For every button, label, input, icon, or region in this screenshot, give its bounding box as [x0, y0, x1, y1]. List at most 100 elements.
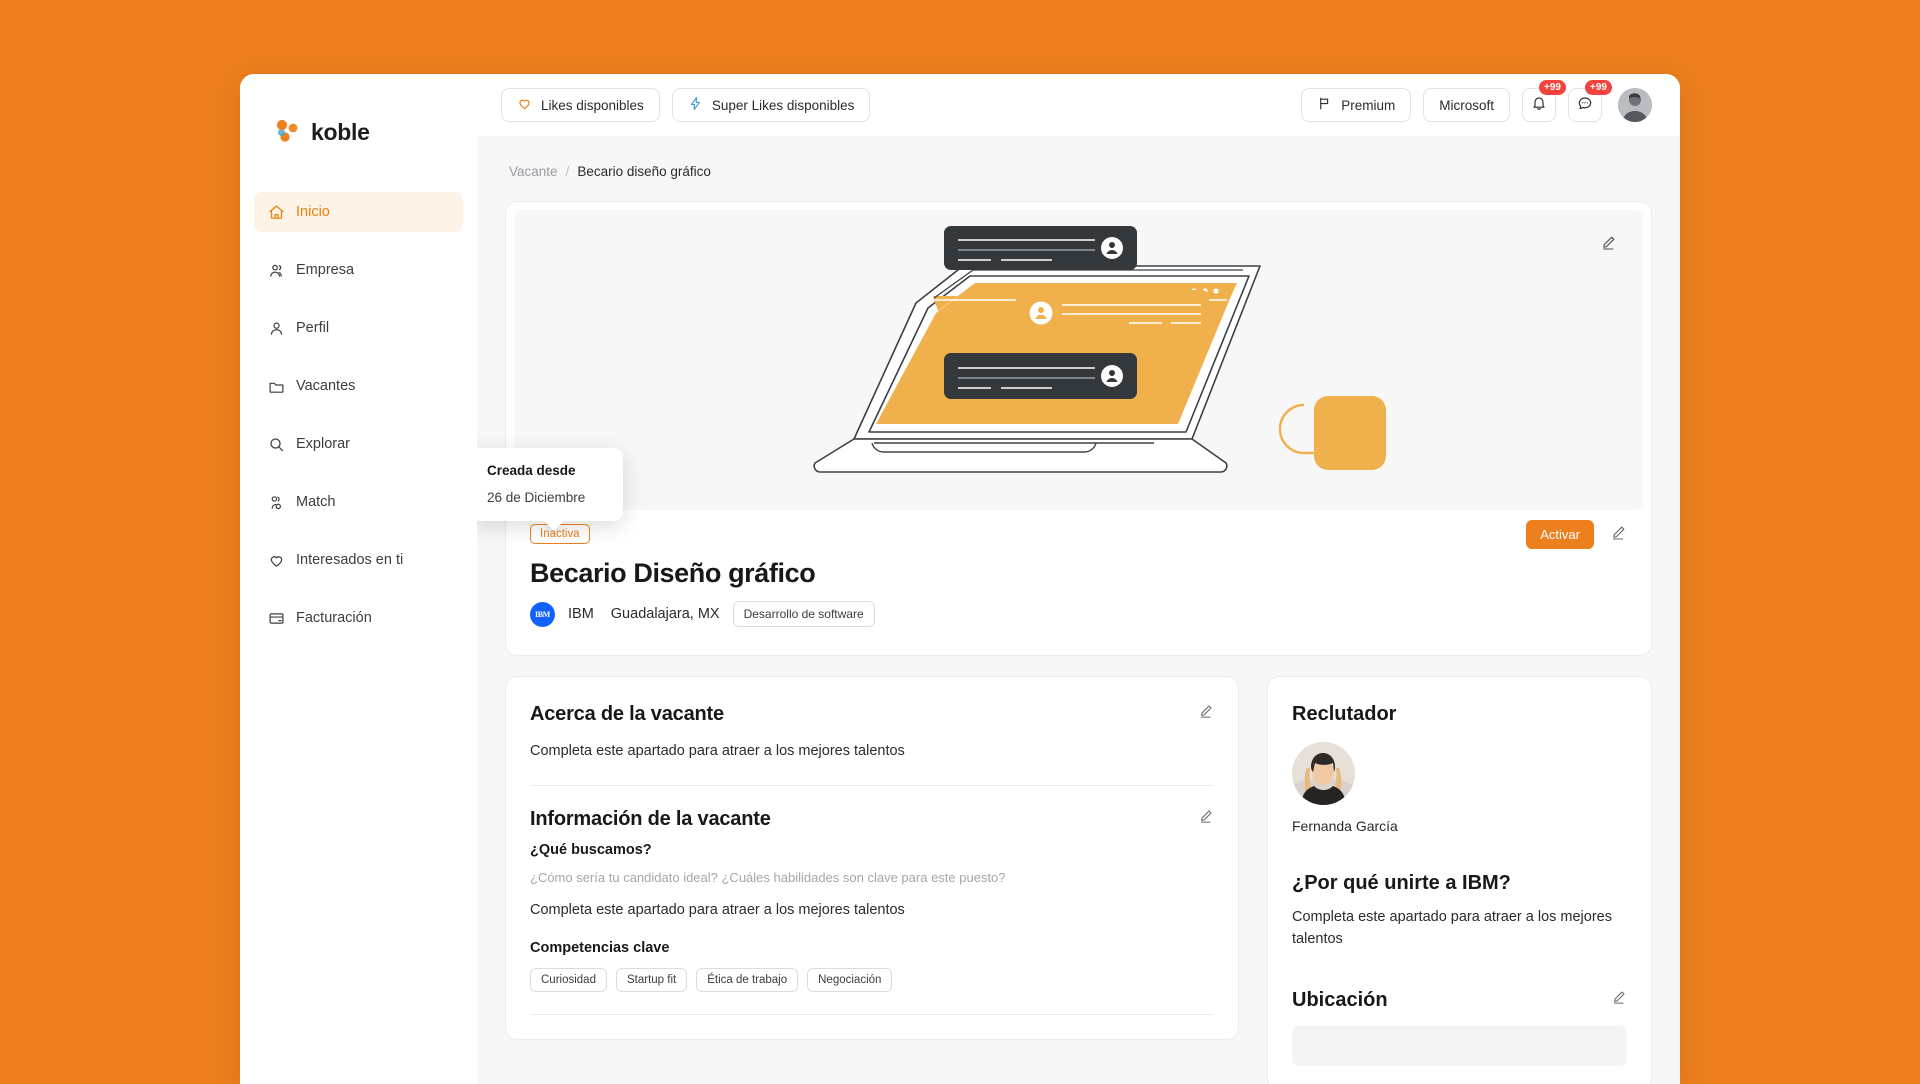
right-column: Reclutador Fernanda García ¿Por qué unir…	[1267, 676, 1652, 1084]
edit-about-icon[interactable]	[1198, 703, 1214, 724]
location-title: Ubicación	[1292, 988, 1388, 1011]
edit-vacancy-icon[interactable]	[1610, 524, 1627, 546]
search-icon	[268, 436, 285, 453]
super-likes-available-button[interactable]: Super Likes disponibles	[671, 88, 871, 122]
sidebar-nav: Inicio Empresa Perfil Vacantes Explorar …	[240, 192, 477, 654]
location-field[interactable]	[1292, 1025, 1627, 1066]
vacancy-subinfo: IBM IBM Guadalajara, MX Desarrollo de so…	[530, 601, 1627, 627]
skill-tag[interactable]: Curiosidad	[530, 967, 607, 992]
sidebar-item-label: Interesados en ti	[296, 552, 404, 568]
sidebar-item-vacantes[interactable]: Vacantes	[254, 366, 463, 406]
detail-columns: Acerca de la vacante Completa este apart…	[505, 676, 1652, 1084]
koble-logo-icon	[272, 117, 302, 147]
why-title: ¿Por qué unirte a IBM?	[1292, 872, 1511, 894]
sidebar-item-empresa[interactable]: Empresa	[254, 250, 463, 290]
app-window: koble Inicio Empresa Perfil Vacantes Exp…	[240, 74, 1680, 1084]
skills-label: Competencias clave	[530, 939, 670, 956]
messages-button[interactable]: +99	[1568, 80, 1612, 122]
heart-outline-icon	[517, 96, 532, 114]
sidebar-item-match[interactable]: Match	[254, 482, 463, 522]
hero-illustration	[514, 210, 1643, 510]
company-location: Guadalajara, MX	[610, 606, 720, 622]
skills-tags: Curiosidad Startup fit Ética de trabajo …	[530, 967, 1214, 992]
status-badge[interactable]: Inactiva	[530, 524, 590, 544]
premium-button[interactable]: Premium	[1301, 88, 1412, 122]
created-since-tooltip: Creada desde 26 de Diciembre	[477, 448, 623, 521]
left-column: Acerca de la vacante Completa este apart…	[505, 676, 1239, 1084]
tooltip-title: Creada desde	[487, 463, 576, 478]
question-label: ¿Qué buscamos?	[530, 841, 652, 858]
sidebar-item-label: Vacantes	[296, 378, 356, 394]
notifications-badge: +99	[1539, 80, 1566, 95]
skill-tag[interactable]: Negociación	[807, 967, 893, 992]
status-row: Inactiva Creada desde 26 de Diciembre	[477, 448, 1627, 544]
company-icon	[268, 262, 285, 279]
user-icon	[268, 320, 285, 337]
heart-icon	[268, 552, 285, 569]
edit-location-icon[interactable]	[1611, 989, 1627, 1010]
recruiter-title: Reclutador	[1292, 703, 1397, 725]
messages-badge: +99	[1585, 80, 1612, 95]
divider	[530, 1013, 1214, 1015]
ibm-logo-icon: IBM	[530, 601, 555, 627]
likes-available-label: Likes disponibles	[541, 97, 644, 113]
bell-icon	[1531, 95, 1547, 116]
company-name: IBM	[568, 606, 594, 622]
sidebar-item-label: Inicio	[296, 204, 330, 220]
skill-tag[interactable]: Ética de trabajo	[696, 967, 799, 992]
divider	[530, 784, 1214, 786]
sidebar-item-label: Empresa	[296, 262, 355, 278]
about-section-header: Acerca de la vacante	[530, 703, 1214, 726]
page-title: Becario Diseño gráfico	[530, 558, 816, 588]
brand-name: koble	[311, 118, 370, 145]
vacancy-details-panel: Acerca de la vacante Completa este apart…	[505, 676, 1239, 1040]
info-title: Información de la vacante	[530, 807, 771, 830]
skill-tag[interactable]: Startup fit	[615, 967, 688, 992]
premium-label: Premium	[1341, 97, 1396, 113]
vacancy-hero-card: Inactiva Creada desde 26 de Diciembre Ac…	[477, 201, 1652, 656]
folder-icon	[268, 378, 285, 395]
company-switch-button[interactable]: Microsoft	[1423, 88, 1510, 122]
about-body: Completa este apartado para atraer a los…	[530, 743, 905, 759]
sidebar-item-facturacion[interactable]: Facturación	[254, 598, 463, 638]
location-section-header: Ubicación	[1292, 989, 1627, 1012]
company-switch-label: Microsoft	[1439, 97, 1494, 113]
flag-icon	[1317, 96, 1332, 114]
likes-available-button[interactable]: Likes disponibles	[501, 88, 660, 122]
brand-logo[interactable]: koble	[240, 102, 477, 154]
vacancy-actions: Activar	[1526, 520, 1627, 549]
sidebar-item-label: Match	[296, 494, 336, 510]
recruiter-avatar	[1292, 742, 1355, 805]
activate-button[interactable]: Activar	[1526, 520, 1594, 549]
chat-icon	[1577, 95, 1593, 116]
sidebar-item-label: Perfil	[296, 320, 330, 336]
recruiter-panel: Reclutador Fernanda García ¿Por qué unir…	[1267, 676, 1652, 1084]
sidebar-item-perfil[interactable]: Perfil	[254, 308, 463, 348]
notifications-button[interactable]: +99	[1522, 80, 1566, 122]
why-body: Completa este apartado para atraer a los…	[1292, 909, 1612, 947]
vacancy-meta: Inactiva Creada desde 26 de Diciembre Ac…	[477, 448, 1643, 647]
edit-cover-icon[interactable]	[1600, 234, 1617, 256]
category-tag[interactable]: Desarrollo de software	[732, 601, 875, 627]
sidebar-item-interesados[interactable]: Interesados en ti	[254, 540, 463, 580]
main-area: Likes disponibles Super Likes disponible…	[477, 74, 1680, 1084]
breadcrumb-separator: /	[565, 164, 570, 179]
breadcrumb: Vacante / Becario diseño gráfico	[509, 164, 1652, 179]
bolt-icon	[688, 96, 703, 114]
breadcrumb-parent[interactable]: Vacante	[509, 164, 558, 179]
about-title: Acerca de la vacante	[530, 703, 724, 725]
sidebar: koble Inicio Empresa Perfil Vacantes Exp…	[240, 74, 477, 1084]
sidebar-item-explorar[interactable]: Explorar	[254, 424, 463, 464]
sidebar-item-label: Facturación	[296, 610, 372, 626]
sidebar-item-inicio[interactable]: Inicio	[254, 192, 463, 232]
sidebar-item-label: Explorar	[296, 436, 350, 452]
content-scroll-area: Vacante / Becario diseño gráfico Inactiv…	[477, 136, 1680, 1084]
edit-info-icon[interactable]	[1198, 808, 1214, 829]
topbar: Likes disponibles Super Likes disponible…	[477, 74, 1680, 136]
super-likes-available-label: Super Likes disponibles	[711, 97, 855, 113]
breadcrumb-current: Becario diseño gráfico	[577, 164, 711, 179]
tooltip-value: 26 de Diciembre	[487, 490, 586, 505]
avatar[interactable]	[1618, 88, 1652, 122]
